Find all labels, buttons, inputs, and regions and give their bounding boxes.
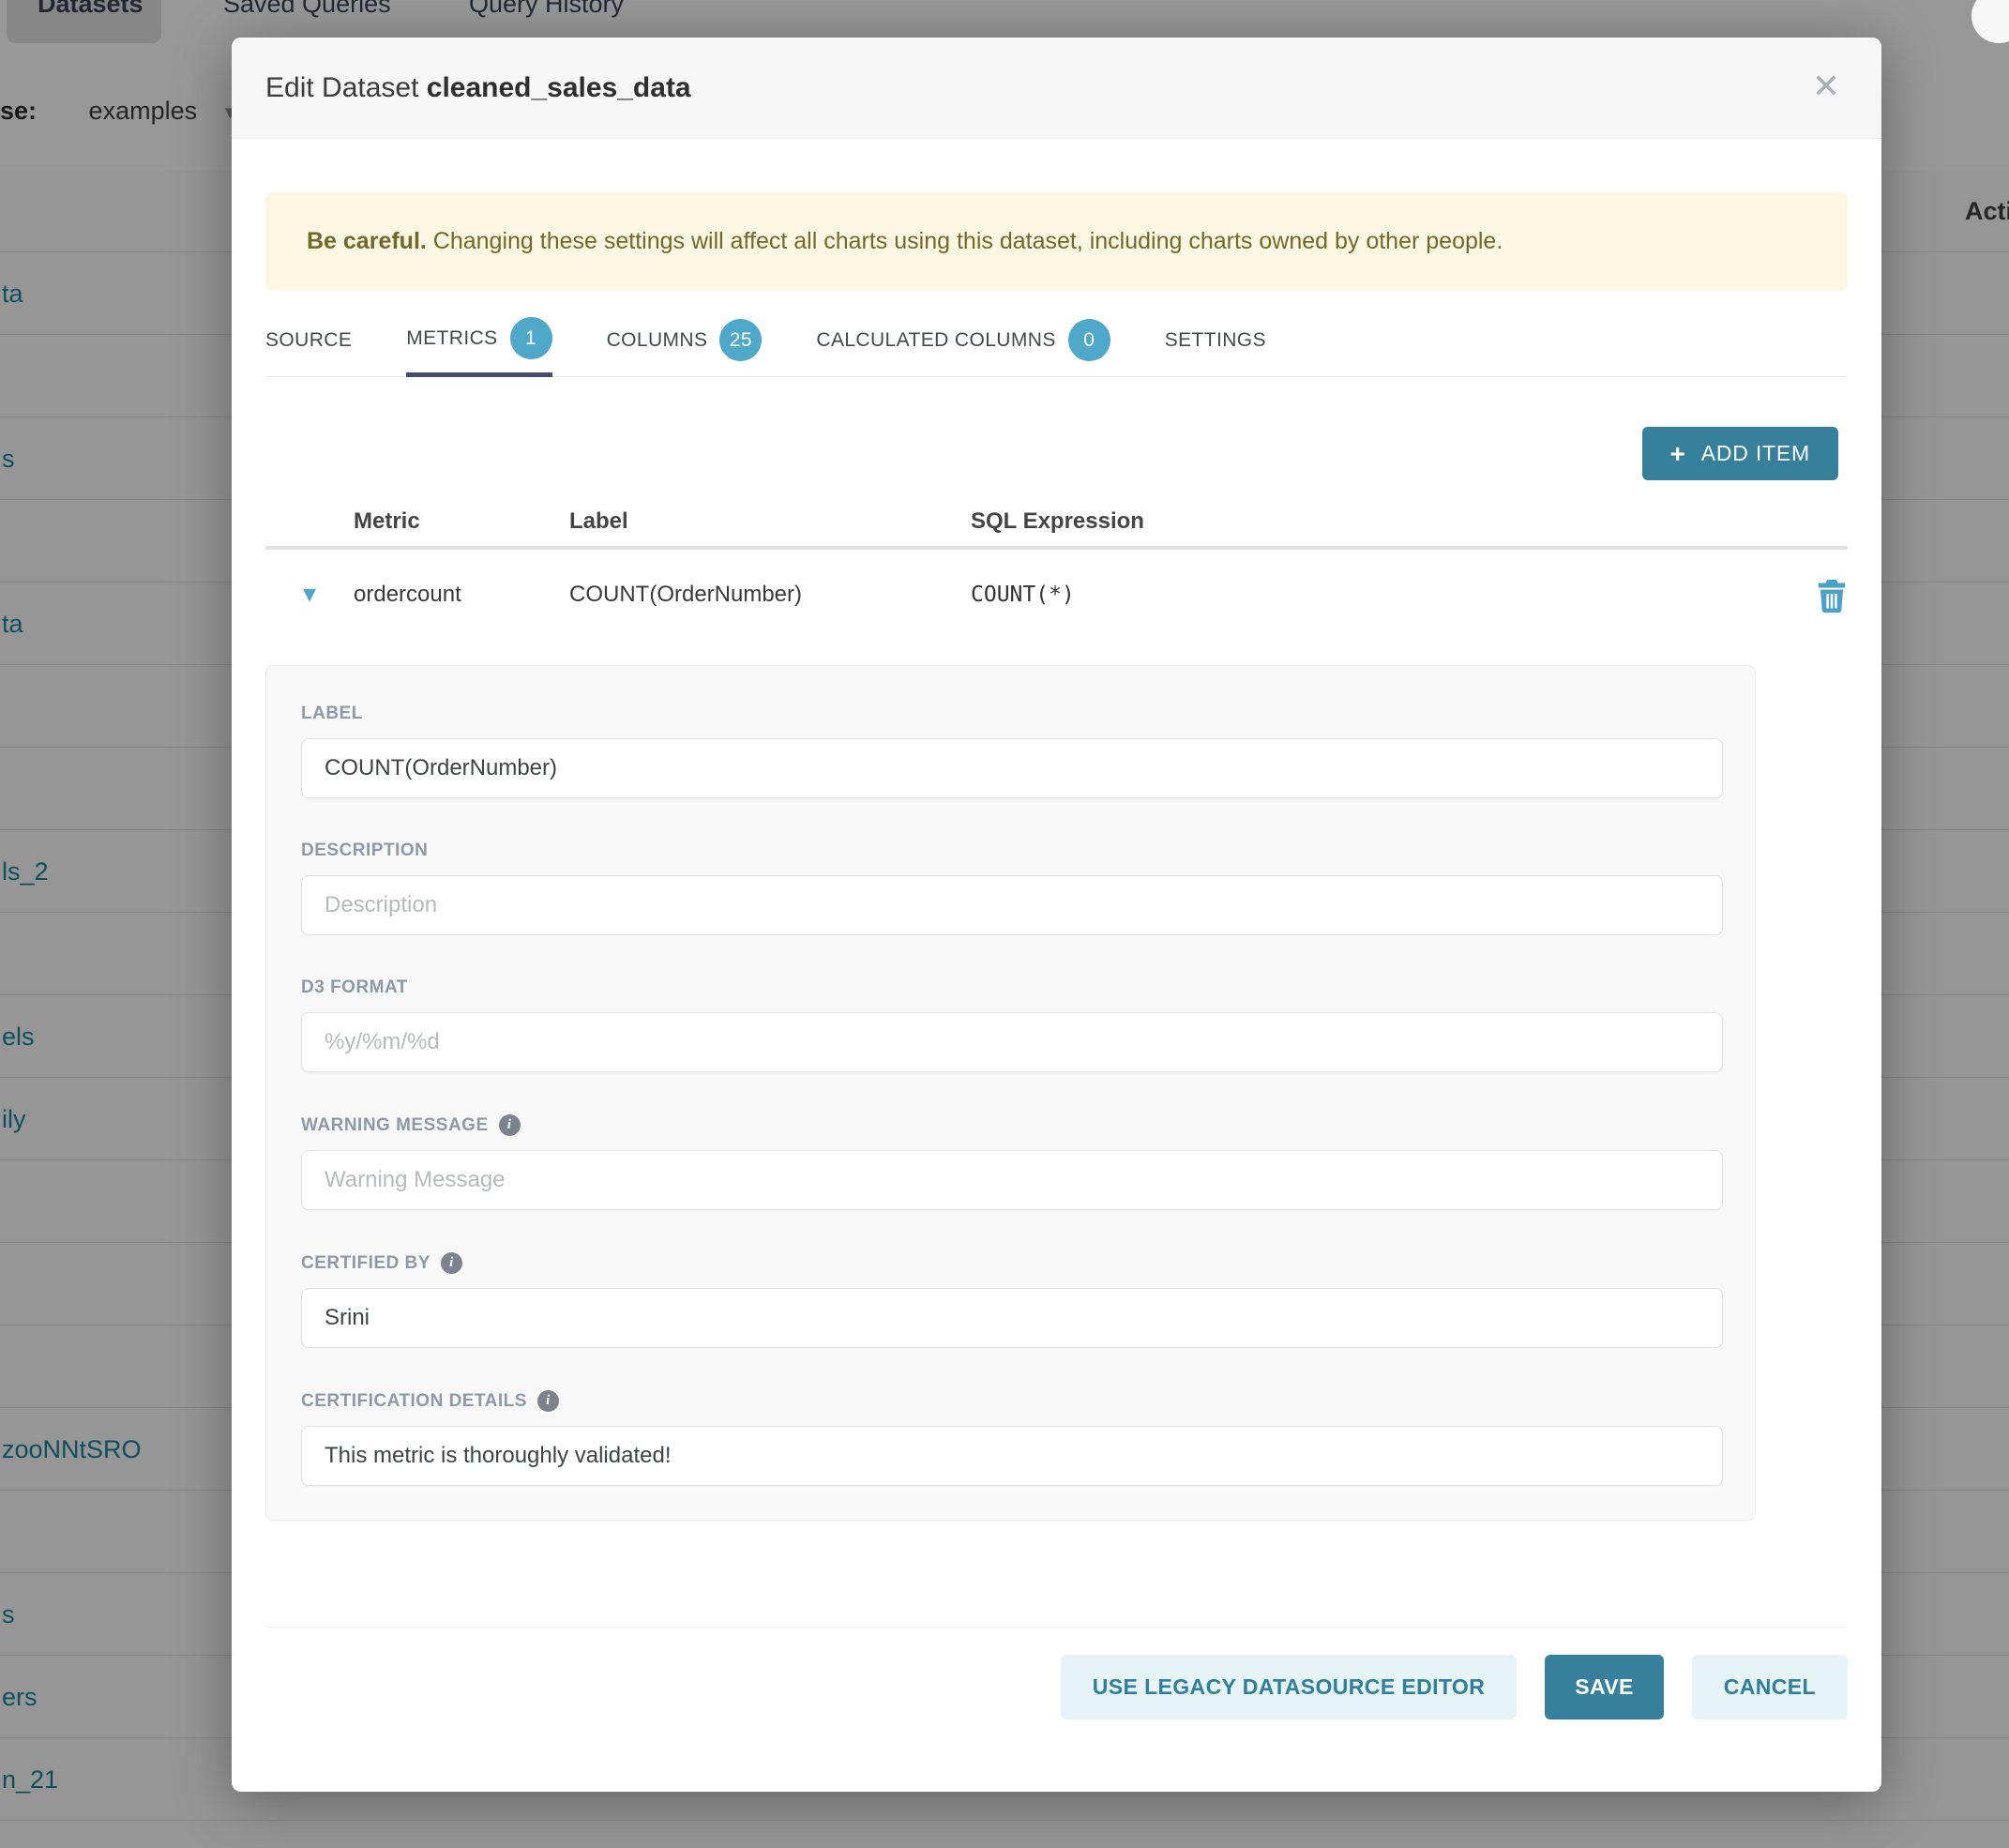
tab-calculated-columns-label: CALCULATED COLUMNS (816, 329, 1055, 352)
modal-body: Be careful. Changing these settings will… (232, 192, 1881, 1742)
certified-by-field-label-text: CERTIFIED BY (301, 1253, 430, 1274)
certification-details-field-group: CERTIFICATION DETAILS i (301, 1390, 1723, 1486)
metrics-table-header: Metric Label SQL Expression (265, 493, 1848, 550)
d3-format-input[interactable] (301, 1012, 1723, 1072)
modal-title-dataset-name: cleaned_sales_data (427, 72, 691, 103)
tab-settings-label: SETTINGS (1165, 329, 1266, 352)
add-item-button[interactable]: + ADD ITEM (1642, 427, 1838, 480)
tab-columns-label: COLUMNS (607, 329, 708, 352)
d3-format-field-label-text: D3 FORMAT (301, 977, 408, 998)
warning-banner-text: Changing these settings will affect all … (427, 228, 1503, 254)
modal-footer: USE LEGACY DATASOURCE EDITOR SAVE CANCEL (265, 1627, 1848, 1742)
tab-calculated-columns-badge: 0 (1068, 319, 1110, 361)
dataset-editor-tabs: SOURCE METRICS 1 COLUMNS 25 CALCULATED C… (265, 304, 1848, 377)
tab-columns-badge: 25 (719, 319, 762, 361)
metric-sql-expression: COUNT(*) (971, 550, 1791, 640)
d3-format-field-label: D3 FORMAT (301, 977, 1723, 998)
modal-title: Edit Dataset cleaned_sales_data (265, 72, 691, 103)
metric-row-ordercount: ▾ ordercount COUNT(OrderNumber) COUNT(*) (265, 550, 1848, 640)
info-icon: i (537, 1390, 559, 1412)
tab-calculated-columns[interactable]: CALCULATED COLUMNS 0 (816, 304, 1110, 376)
tab-columns[interactable]: COLUMNS 25 (607, 304, 763, 376)
tab-source[interactable]: SOURCE (265, 304, 352, 376)
warning-banner: Be careful. Changing these settings will… (265, 192, 1848, 291)
use-legacy-datasource-editor-button[interactable]: USE LEGACY DATASOURCE EDITOR (1061, 1655, 1517, 1719)
cancel-button[interactable]: CANCEL (1692, 1655, 1848, 1719)
sql-expression-column-header: SQL Expression (971, 493, 1791, 546)
label-field-group: LABEL (301, 704, 1723, 798)
metric-label: COUNT(OrderNumber) (569, 550, 971, 640)
certified-by-input[interactable] (301, 1288, 1723, 1348)
warning-message-field-group: WARNING MESSAGE i (301, 1114, 1723, 1210)
add-item-row: + ADD ITEM (265, 427, 1848, 480)
tab-metrics[interactable]: METRICS 1 (406, 304, 551, 377)
edit-dataset-modal: Edit Dataset cleaned_sales_data ✕ Be car… (232, 38, 1881, 1792)
tab-metrics-badge: 1 (510, 317, 552, 359)
warning-banner-bold: Be careful. (307, 228, 427, 254)
metric-name: ordercount (354, 550, 569, 640)
label-input[interactable] (301, 738, 1723, 798)
warning-message-input[interactable] (301, 1150, 1723, 1210)
tab-metrics-label: METRICS (406, 327, 497, 350)
certification-details-field-label-text: CERTIFICATION DETAILS (301, 1391, 527, 1412)
delete-column-spacer (1791, 493, 1848, 546)
expand-caret-icon[interactable]: ▾ (303, 579, 316, 608)
modal-title-prefix: Edit Dataset (265, 72, 427, 103)
screen: Datasets Saved Queries Query History se:… (0, 0, 2009, 1848)
warning-message-field-label-text: WARNING MESSAGE (301, 1115, 489, 1136)
label-field-label: LABEL (301, 704, 1723, 724)
info-icon: i (499, 1114, 521, 1136)
metric-column-header: Metric (354, 493, 569, 546)
description-field-group: DESCRIPTION (301, 841, 1723, 935)
tab-source-label: SOURCE (265, 329, 352, 352)
description-field-label-text: DESCRIPTION (301, 841, 428, 861)
info-icon: i (441, 1252, 462, 1274)
trash-icon[interactable] (1816, 578, 1848, 613)
description-input[interactable] (301, 875, 1723, 935)
metric-detail-panel: LABEL DESCRIPTION D3 FORMAT (265, 665, 1756, 1521)
label-field-label-text: LABEL (301, 704, 363, 724)
d3-format-field-group: D3 FORMAT (301, 977, 1723, 1072)
tab-settings[interactable]: SETTINGS (1165, 304, 1266, 376)
plus-icon: + (1670, 439, 1686, 469)
certified-by-field-group: CERTIFIED BY i (301, 1252, 1723, 1348)
caret-column-spacer (265, 493, 354, 546)
close-icon[interactable]: ✕ (1812, 38, 1840, 139)
description-field-label: DESCRIPTION (301, 841, 1723, 861)
modal-header: Edit Dataset cleaned_sales_data ✕ (232, 38, 1881, 139)
certified-by-field-label: CERTIFIED BY i (301, 1252, 1723, 1274)
certification-details-field-label: CERTIFICATION DETAILS i (301, 1390, 1723, 1412)
add-item-label: ADD ITEM (1701, 441, 1810, 466)
label-column-header: Label (569, 493, 971, 546)
warning-message-field-label: WARNING MESSAGE i (301, 1114, 1723, 1136)
save-button[interactable]: SAVE (1545, 1655, 1664, 1719)
certification-details-input[interactable] (301, 1426, 1723, 1486)
